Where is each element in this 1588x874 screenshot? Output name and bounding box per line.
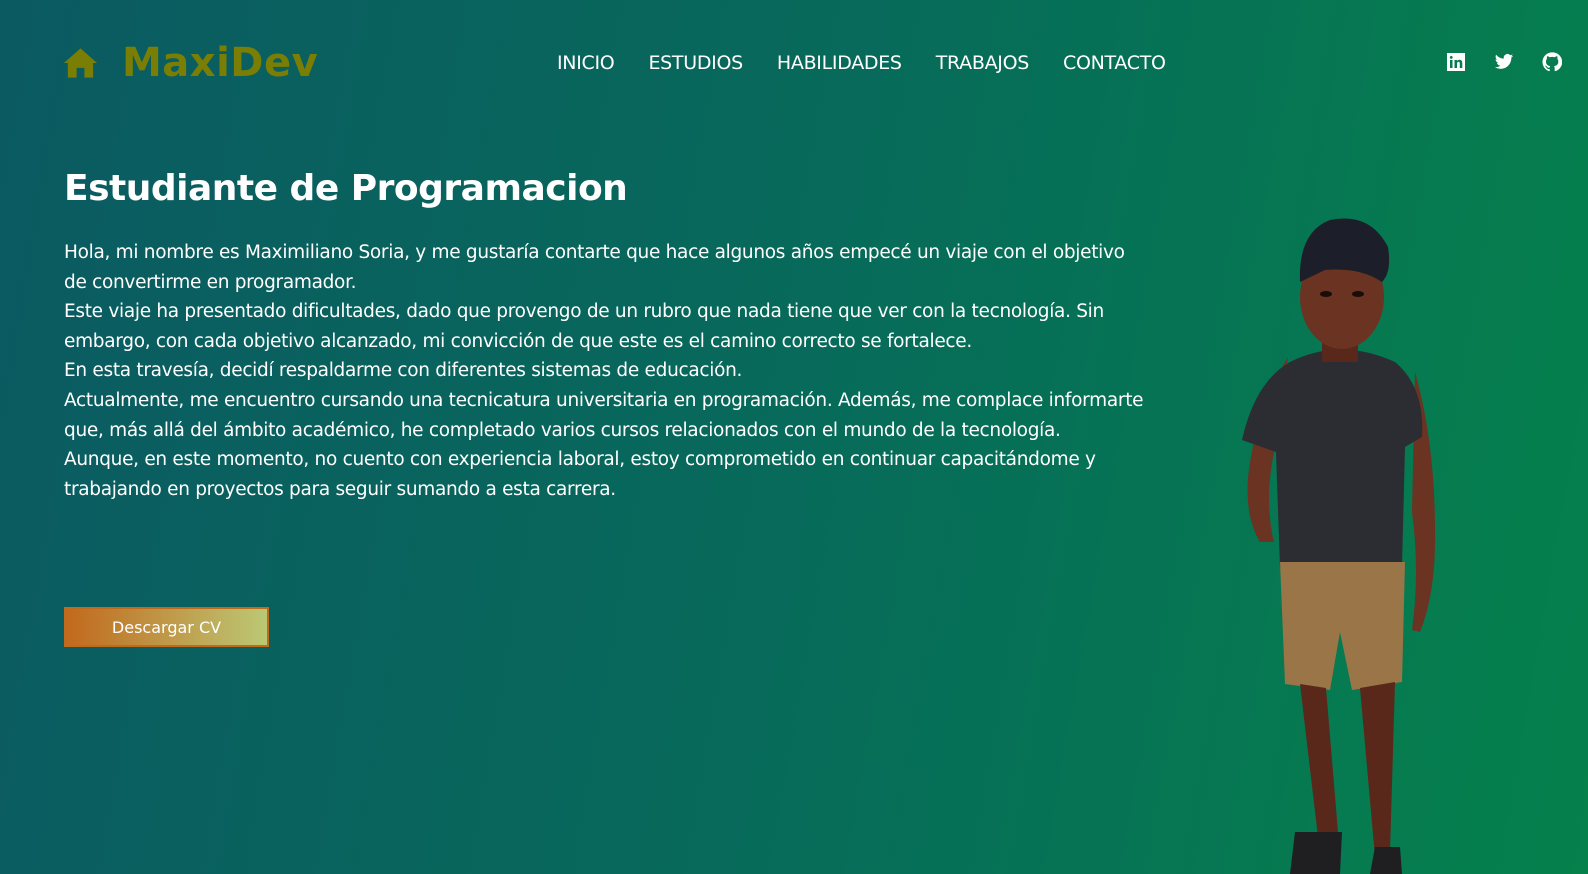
twitter-icon [1494, 54, 1514, 69]
page-title: Estudiante de Programacion [64, 168, 628, 209]
avatar-image [1242, 218, 1436, 874]
logo-text: MaxiDev [122, 40, 319, 86]
main-nav: INICIO ESTUDIOS HABILIDADES TRABAJOS CON… [557, 52, 1166, 74]
logo-link[interactable]: MaxiDev [63, 40, 318, 86]
linkedin-icon [1447, 53, 1465, 71]
linkedin-link[interactable] [1446, 52, 1466, 72]
nav-estudios[interactable]: ESTUDIOS [648, 52, 743, 74]
github-icon [1542, 52, 1562, 72]
bio-paragraph: Este viaje ha presentado dificultades, d… [64, 301, 1104, 352]
nav-inicio[interactable]: INICIO [557, 52, 615, 74]
bio-paragraph: En esta travesía, decidí respaldarme con… [64, 360, 743, 382]
bio-text: Hola, mi nombre es Maximiliano Soria, y … [64, 238, 1144, 504]
social-links [1446, 52, 1562, 72]
nav-contacto[interactable]: CONTACTO [1063, 52, 1166, 74]
twitter-link[interactable] [1494, 52, 1514, 72]
download-cv-button[interactable]: Descargar CV [64, 607, 269, 647]
bio-paragraph: Aunque, en este momento, no cuento con e… [64, 449, 1096, 500]
nav-habilidades[interactable]: HABILIDADES [777, 52, 902, 74]
bio-paragraph: Hola, mi nombre es Maximiliano Soria, y … [64, 242, 1125, 293]
home-icon [63, 48, 98, 78]
bio-paragraph: Actualmente, me encuentro cursando una t… [64, 389, 1144, 441]
github-link[interactable] [1542, 52, 1562, 72]
nav-trabajos[interactable]: TRABAJOS [936, 52, 1030, 74]
